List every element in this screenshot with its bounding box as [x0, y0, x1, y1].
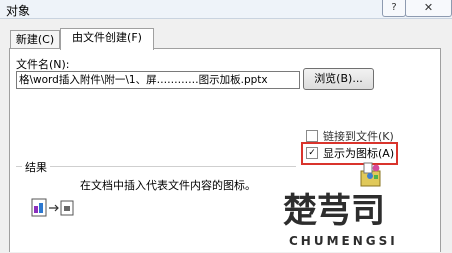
result-group-line: [16, 166, 296, 167]
watermark-subtext: CHUMENGSI: [289, 234, 398, 248]
help-icon: ?: [391, 2, 397, 13]
help-button[interactable]: ?: [382, 0, 406, 17]
filename-input[interactable]: 格\word插入附件\附一\1、屏…………图示加板.pptx: [16, 71, 300, 89]
tab-new-label: 新建(C): [15, 33, 55, 46]
close-icon: ✕: [423, 1, 434, 14]
link-to-file-checkbox[interactable]: [306, 129, 318, 142]
tab-from-file[interactable]: 由文件创建(F): [60, 28, 154, 50]
insert-object-icon: [31, 198, 75, 221]
tab-from-file-label: 由文件创建(F): [72, 31, 142, 44]
watermark-text: 楚芎司: [283, 191, 385, 231]
browse-button[interactable]: 浏览(B)...: [303, 68, 374, 90]
filename-label: 文件名(N):: [16, 58, 70, 71]
close-button[interactable]: ✕: [405, 0, 452, 17]
title-bar: 对象 ? ✕: [0, 0, 452, 19]
result-description: 在文档中插入代表文件内容的图标。: [80, 179, 256, 192]
tab-new[interactable]: 新建(C): [10, 30, 60, 49]
result-label: 结果: [22, 159, 50, 175]
package-icon: [357, 160, 385, 191]
watermark-logo: 楚芎司 CHUMENGSI: [283, 188, 452, 253]
window-title: 对象: [6, 4, 31, 18]
link-to-file-option[interactable]: 链接到文件(K): [306, 128, 394, 143]
